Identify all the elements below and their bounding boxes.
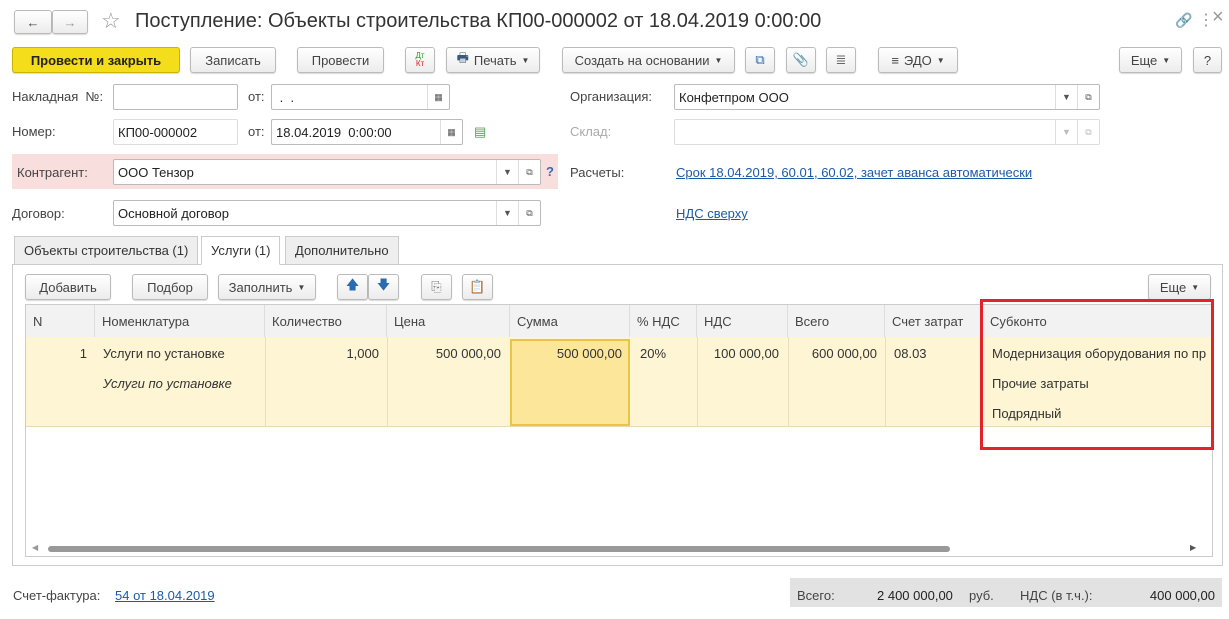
warehouse-input[interactable]: ▼ ⧉ — [674, 119, 1100, 145]
post-and-close-button[interactable]: Провести и закрыть — [12, 47, 180, 73]
vat-total-value: 400 000,00 — [1149, 588, 1215, 603]
cell-vat-rate: 20% — [640, 346, 667, 361]
date-input[interactable]: 18.04.2019 0:00:00 ▦ — [271, 119, 463, 145]
table-more-button[interactable]: Еще ▼ — [1148, 274, 1211, 300]
cell-item: Услуги по установке — [103, 346, 225, 361]
scroll-right-icon[interactable]: ▶ — [1190, 543, 1196, 552]
move-up-button[interactable]: 🡅 — [337, 274, 368, 300]
settlements-link[interactable]: Срок 18.04.2019, 60.01, 60.02, зачет ава… — [676, 165, 1032, 180]
open-icon[interactable]: ⧉ — [1077, 85, 1099, 109]
contract-label: Договор: — [12, 206, 65, 221]
number-input[interactable]: КП00-000002 — [113, 119, 238, 145]
col-divider — [885, 337, 886, 427]
vat-link[interactable]: НДС сверху — [676, 206, 748, 221]
help-question-icon[interactable]: ? — [546, 164, 554, 179]
invoice-date-label: от: — [248, 89, 265, 104]
tab-additional[interactable]: Дополнительно — [285, 236, 399, 265]
open-icon[interactable]: ⧉ — [518, 201, 540, 225]
col-qty: Количество — [265, 305, 387, 337]
structure-icon[interactable]: ⧉ — [745, 47, 775, 73]
dropdown-icon[interactable]: ▼ — [496, 201, 518, 225]
invoice-footer-label: Счет-фактура: — [13, 588, 101, 603]
paperclip-icon[interactable]: 📎 — [786, 47, 816, 73]
dropdown-icon[interactable]: ▼ — [496, 160, 518, 184]
organization-input[interactable]: Конфетпром ООО ▼ ⧉ — [674, 84, 1100, 110]
save-button[interactable]: Записать — [190, 47, 276, 73]
col-n: N — [26, 305, 95, 337]
total-label: Всего: — [797, 588, 835, 603]
contract-input[interactable]: Основной договор ▼ ⧉ — [113, 200, 541, 226]
dt-kt-button[interactable]: Дт Кт — [405, 47, 435, 73]
list-icon[interactable]: ≣ — [826, 47, 856, 73]
tab-services[interactable]: Услуги (1) — [201, 236, 281, 265]
invoice-footer-link[interactable]: 54 от 18.04.2019 — [115, 588, 215, 603]
calendar-icon[interactable]: ▦ — [440, 120, 462, 144]
col-item: Номенклатура — [95, 305, 265, 337]
settlements-label: Расчеты: — [570, 165, 625, 180]
warehouse-label: Склад: — [570, 124, 612, 139]
scroll-thumb[interactable] — [48, 546, 950, 552]
col-total: Всего — [788, 305, 885, 337]
date-label: от: — [248, 124, 265, 139]
cell-sum: 500 000,00 — [556, 346, 622, 361]
cell-item-content: Услуги по установке — [103, 376, 232, 391]
pick-button[interactable]: Подбор — [132, 274, 208, 300]
total-value: 2 400 000,00 — [877, 588, 953, 603]
back-button[interactable]: ← — [14, 10, 52, 34]
help-button[interactable]: ? — [1193, 47, 1222, 73]
col-price: Цена — [387, 305, 510, 337]
open-icon[interactable]: ⧉ — [518, 160, 540, 184]
create-based-button[interactable]: Создать на основании ▼ — [562, 47, 735, 73]
edo-icon: ≡ — [891, 52, 899, 68]
invoice-date-input[interactable]: . . ▦ — [271, 84, 450, 110]
tab-construction-objects[interactable]: Объекты строительства (1) — [14, 236, 199, 265]
cell-n: 1 — [79, 346, 87, 361]
link-icon[interactable]: 🔗 — [1175, 12, 1192, 29]
vat-total-label: НДС (в т.ч.): — [1020, 588, 1093, 603]
col-account: Счет затрат — [885, 305, 983, 337]
cell-vat: 100 000,00 — [713, 346, 779, 361]
dropdown-icon[interactable]: ▼ — [1055, 85, 1077, 109]
printer-icon: 🖶 — [456, 50, 469, 65]
invoice-label: Накладная №: — [12, 89, 104, 104]
dropdown-icon[interactable]: ▼ — [1055, 120, 1077, 144]
col-sum: Сумма — [510, 305, 630, 337]
horizontal-scrollbar[interactable]: ◀ ▶ — [30, 543, 1206, 555]
calendar-icon[interactable]: ▦ — [427, 85, 449, 109]
invoice-number-input[interactable] — [113, 84, 238, 110]
cell-total: 600 000,00 — [811, 346, 877, 361]
highlight-box — [980, 299, 1214, 450]
cell-qty: 1,000 — [346, 346, 379, 361]
fill-button[interactable]: Заполнить ▼ — [218, 274, 316, 300]
more-button[interactable]: Еще ▼ — [1119, 47, 1182, 73]
counterparty-input[interactable]: ООО Тензор ▼ ⧉ — [113, 159, 541, 185]
scroll-left-icon[interactable]: ◀ — [32, 543, 38, 552]
edo-button[interactable]: ≡ ЭДО ▼ — [878, 47, 958, 73]
col-vat: НДС — [697, 305, 788, 337]
page-title: Поступление: Объекты строительства КП00-… — [135, 10, 822, 32]
register-icon[interactable]: ▤ — [474, 124, 486, 140]
post-button[interactable]: Провести — [297, 47, 384, 73]
move-down-button[interactable]: 🡇 — [368, 274, 399, 300]
counterparty-label: Контрагент: — [17, 165, 88, 180]
organization-label: Организация: — [570, 89, 653, 104]
cell-account: 08.03 — [894, 346, 927, 361]
currency-label: руб. — [969, 588, 994, 603]
open-icon[interactable]: ⧉ — [1077, 120, 1099, 144]
close-icon[interactable]: × — [1212, 6, 1224, 29]
number-label: Номер: — [12, 124, 56, 139]
star-icon[interactable]: ☆ — [101, 8, 121, 34]
copy-icon[interactable]: ⎘ — [421, 274, 452, 300]
forward-button[interactable]: → — [52, 10, 88, 34]
col-vat-rate: % НДС — [630, 305, 697, 337]
add-button[interactable]: Добавить — [25, 274, 111, 300]
cell-price: 500 000,00 — [435, 346, 501, 361]
print-button[interactable]: 🖶 Печать ▼ — [446, 47, 540, 73]
paste-icon[interactable]: 📋 — [462, 274, 493, 300]
